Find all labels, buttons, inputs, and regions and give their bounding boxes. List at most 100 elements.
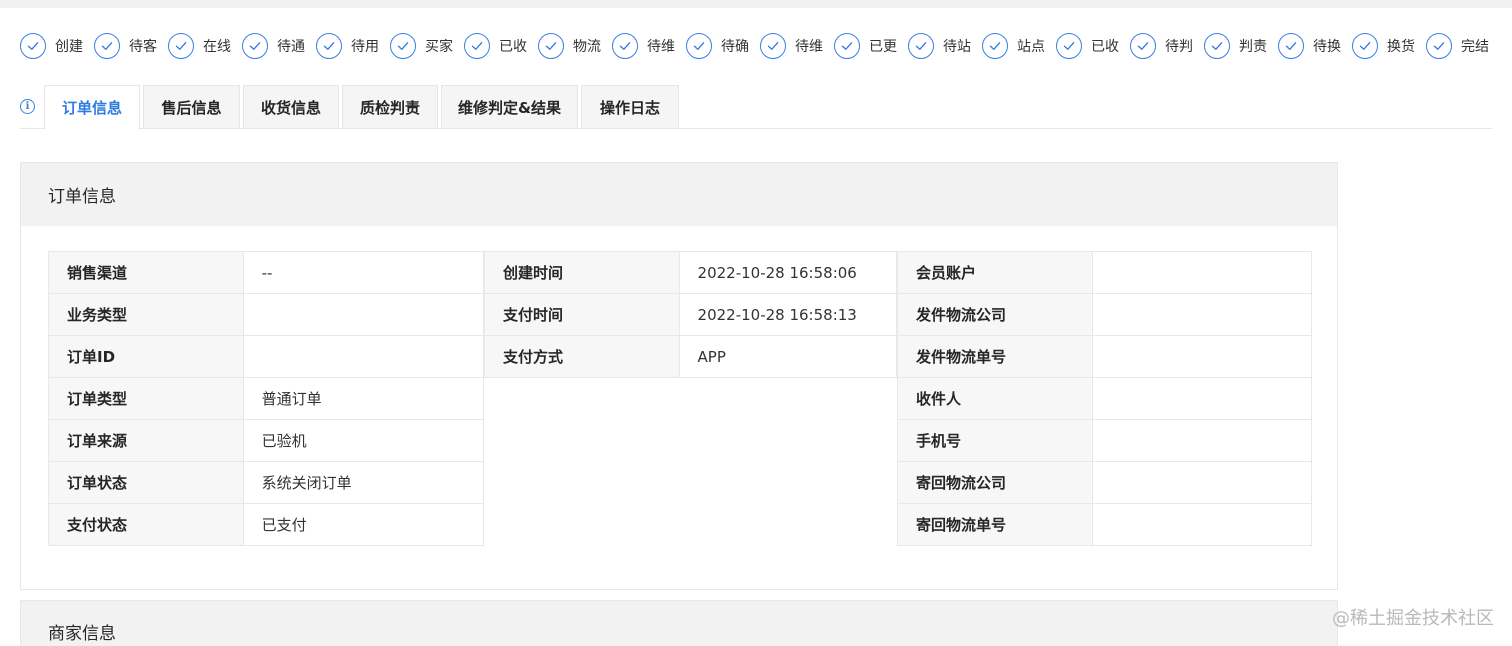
check-circle-icon bbox=[686, 33, 712, 59]
info-label: 支付方式 bbox=[485, 336, 680, 377]
top-bar bbox=[0, 0, 1512, 8]
info-row: 支付方式 APP bbox=[485, 336, 897, 378]
tab-operation-log[interactable]: 操作日志 bbox=[581, 85, 679, 129]
step-label: 待判 bbox=[1165, 39, 1193, 55]
check-circle-icon bbox=[760, 33, 786, 59]
info-circle-icon[interactable]: i bbox=[20, 99, 35, 114]
info-value: -- bbox=[244, 252, 484, 293]
step-item: 待客 bbox=[94, 32, 168, 60]
merchant-info-card: 商家信息 bbox=[20, 600, 1338, 646]
step-label: 待维 bbox=[647, 39, 675, 55]
step-item: 创建 bbox=[20, 32, 94, 60]
info-row: 销售渠道 -- bbox=[49, 252, 484, 294]
step-item: 已收 bbox=[1056, 32, 1130, 60]
step-item: 待换 bbox=[1278, 32, 1352, 60]
info-label: 手机号 bbox=[898, 420, 1093, 461]
info-row: 会员账户 bbox=[898, 252, 1312, 294]
step-label: 换货 bbox=[1387, 39, 1415, 55]
info-value: 已验机 bbox=[244, 420, 484, 461]
step-item: 待判 bbox=[1130, 32, 1204, 60]
step-item: 在线 bbox=[168, 32, 242, 60]
order-info-title: 订单信息 bbox=[21, 163, 1337, 226]
info-label: 支付状态 bbox=[49, 504, 244, 545]
tab-receiving-info[interactable]: 收货信息 bbox=[243, 85, 339, 129]
step-item: 待通 bbox=[242, 32, 316, 60]
info-row: 寄回物流单号 bbox=[898, 504, 1312, 546]
info-value bbox=[1093, 462, 1312, 503]
info-value bbox=[244, 294, 484, 335]
step-item: 待站 bbox=[908, 32, 982, 60]
info-row: 订单ID bbox=[49, 336, 484, 378]
step-item: 物流 bbox=[538, 32, 612, 60]
info-label: 收件人 bbox=[898, 378, 1093, 419]
info-row: 订单来源 已验机 bbox=[49, 420, 484, 462]
check-circle-icon bbox=[1130, 33, 1156, 59]
step-label: 待站 bbox=[943, 39, 971, 55]
info-value: 2022-10-28 16:58:06 bbox=[680, 252, 897, 293]
check-circle-icon bbox=[538, 33, 564, 59]
check-circle-icon bbox=[390, 33, 416, 59]
step-label: 物流 bbox=[573, 39, 601, 55]
check-circle-icon bbox=[168, 33, 194, 59]
info-label: 订单来源 bbox=[49, 420, 244, 461]
step-item: 已收 bbox=[464, 32, 538, 60]
step-item: 已更 bbox=[834, 32, 908, 60]
step-label: 待通 bbox=[277, 39, 305, 55]
step-label: 待维 bbox=[795, 39, 823, 55]
tab-bar: i 订单信息 售后信息 收货信息 质检判责 维修判定&结果 操作日志 bbox=[20, 85, 1492, 130]
check-circle-icon bbox=[834, 33, 860, 59]
info-row: 发件物流单号 bbox=[898, 336, 1312, 378]
step-label: 买家 bbox=[425, 39, 453, 55]
info-label: 寄回物流单号 bbox=[898, 504, 1093, 545]
info-row: 支付状态 已支付 bbox=[49, 504, 484, 546]
check-circle-icon bbox=[1426, 33, 1452, 59]
info-row: 订单状态 系统关闭订单 bbox=[49, 462, 484, 504]
info-row: 手机号 bbox=[898, 420, 1312, 462]
step-label: 已收 bbox=[1091, 39, 1119, 55]
info-row: 发件物流公司 bbox=[898, 294, 1312, 336]
tab-repair-result[interactable]: 维修判定&结果 bbox=[441, 85, 578, 129]
step-label: 待换 bbox=[1313, 39, 1341, 55]
progress-steps: 创建 待客 在线 待通 待用 买家 已收 物流 待维 待确 待维 已更 待站 站点 已收 待判 判责 待换 换货 完结 bbox=[20, 32, 1500, 60]
step-item: 待维 bbox=[760, 32, 834, 60]
info-value bbox=[1093, 420, 1312, 461]
info-value bbox=[1093, 378, 1312, 419]
step-item: 完结 bbox=[1426, 32, 1500, 60]
info-value: 系统关闭订单 bbox=[244, 462, 484, 503]
check-circle-icon bbox=[316, 33, 342, 59]
step-label: 创建 bbox=[55, 39, 83, 55]
step-label: 站点 bbox=[1017, 39, 1045, 55]
info-row: 寄回物流公司 bbox=[898, 462, 1312, 504]
info-label: 销售渠道 bbox=[49, 252, 244, 293]
info-row: 收件人 bbox=[898, 378, 1312, 420]
step-item: 待维 bbox=[612, 32, 686, 60]
tab-after-sales-info[interactable]: 售后信息 bbox=[143, 85, 240, 129]
step-label: 待客 bbox=[129, 39, 157, 55]
info-label: 发件物流单号 bbox=[898, 336, 1093, 377]
order-info-table-middle: 创建时间 2022-10-28 16:58:06 支付时间 2022-10-28 16… bbox=[484, 251, 897, 378]
info-label: 支付时间 bbox=[485, 294, 680, 335]
tab-quality-check[interactable]: 质检判责 bbox=[342, 85, 438, 129]
info-value: APP bbox=[680, 336, 897, 377]
info-label: 创建时间 bbox=[485, 252, 680, 293]
check-circle-icon bbox=[982, 33, 1008, 59]
info-label: 订单状态 bbox=[49, 462, 244, 503]
info-row: 业务类型 bbox=[49, 294, 484, 336]
step-item: 判责 bbox=[1204, 32, 1278, 60]
info-value bbox=[1093, 504, 1312, 545]
step-item: 买家 bbox=[390, 32, 464, 60]
step-label: 完结 bbox=[1461, 39, 1489, 55]
step-item: 待确 bbox=[686, 32, 760, 60]
info-value: 已支付 bbox=[244, 504, 484, 545]
step-item: 站点 bbox=[982, 32, 1056, 60]
info-row: 创建时间 2022-10-28 16:58:06 bbox=[485, 252, 897, 294]
info-value bbox=[1093, 294, 1312, 335]
step-item: 换货 bbox=[1352, 32, 1426, 60]
order-info-table-left: 销售渠道 -- 业务类型 订单ID 订单类型 普通订单 订单来源 已验机 订单状态 系统关闭订单支… bbox=[48, 251, 484, 546]
step-label: 已更 bbox=[869, 39, 897, 55]
check-circle-icon bbox=[908, 33, 934, 59]
info-label: 会员账户 bbox=[898, 252, 1093, 293]
check-circle-icon bbox=[464, 33, 490, 59]
info-value: 普通订单 bbox=[244, 378, 484, 419]
tab-order-info[interactable]: 订单信息 bbox=[44, 85, 140, 130]
